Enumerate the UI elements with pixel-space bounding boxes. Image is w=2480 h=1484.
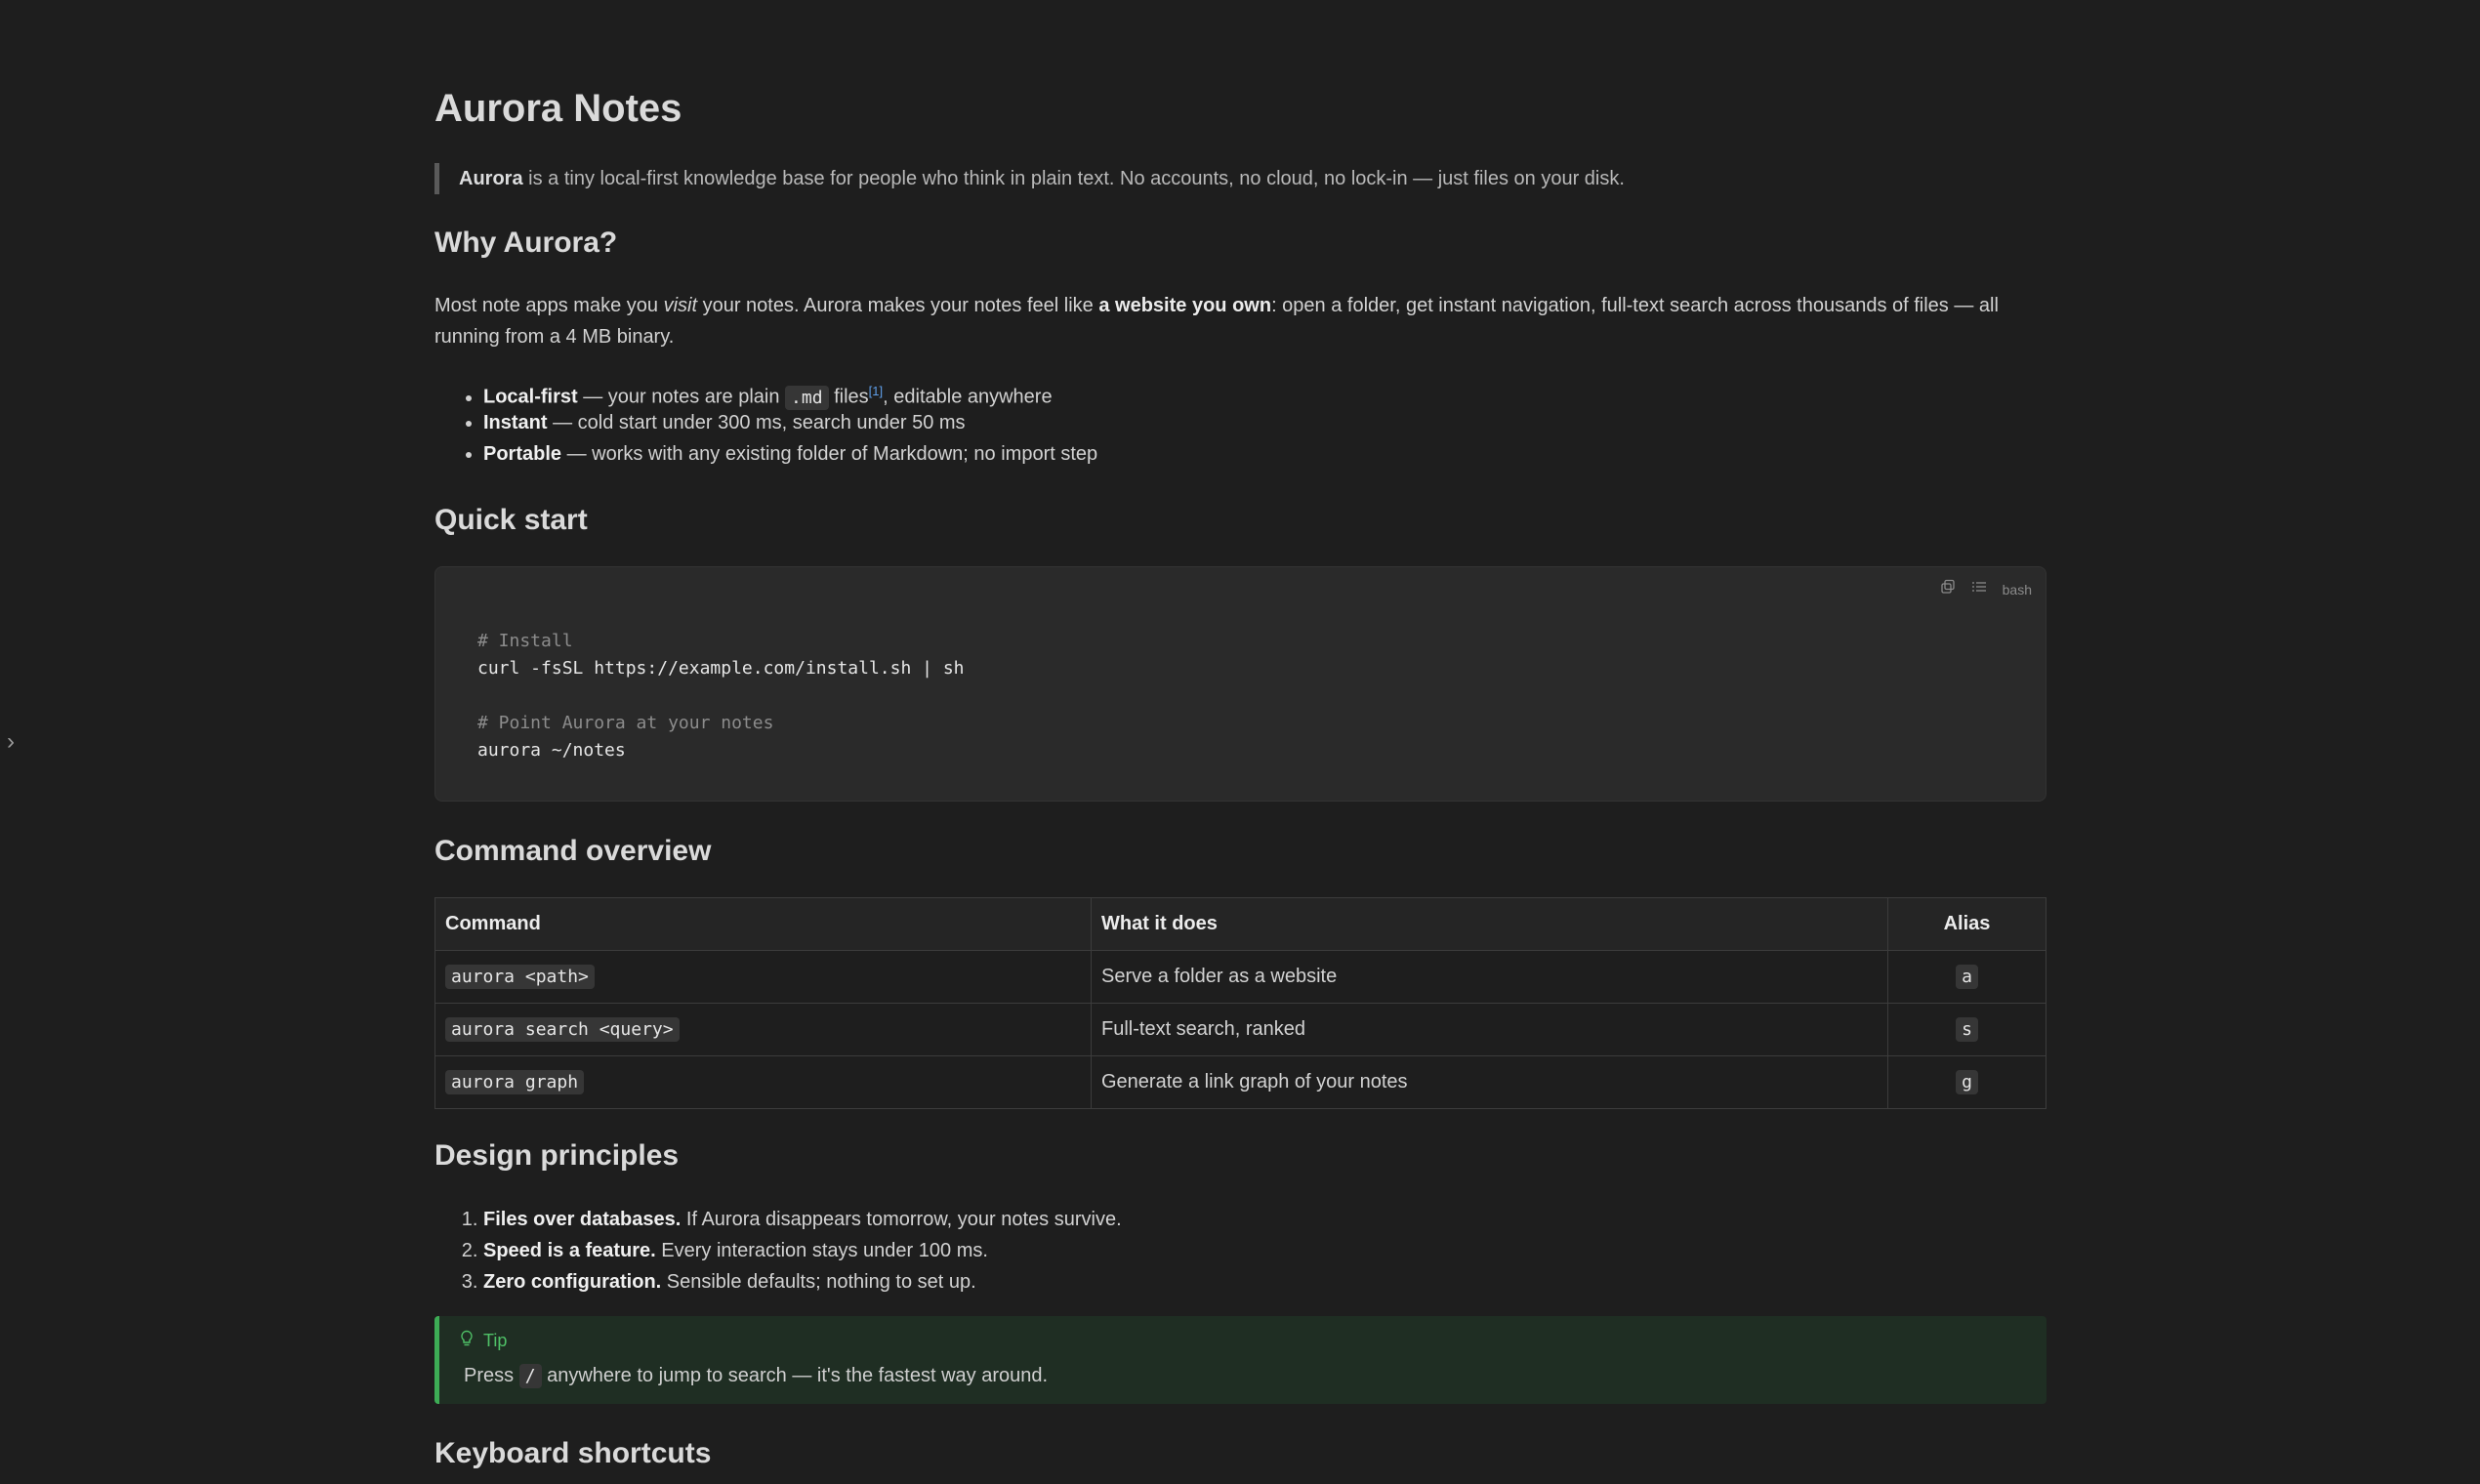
code-language-label: bash (2002, 581, 2032, 598)
list-item-text: , editable anywhere (883, 386, 1053, 408)
list-item-text: If Aurora disappears tomorrow, your note… (681, 1209, 1122, 1230)
heading-design-principles: Design principles (434, 1139, 680, 1172)
list-item-term: Files over databases. (483, 1209, 682, 1230)
code-line: curl -fsSL https://example.com/install.s… (477, 658, 965, 679)
page-title: Aurora Notes (434, 87, 682, 130)
list-item-text: files (828, 386, 869, 408)
list-item: Local-first — your notes are plain .md f… (483, 376, 1097, 410)
list-item: Files over databases. If Aurora disappea… (483, 1204, 1122, 1235)
inline-code: / (518, 1364, 542, 1388)
callout-text: anywhere to jump to search — it's the fa… (541, 1365, 1049, 1386)
column-header-description: What it does (1091, 897, 1888, 951)
table-row: aurora search <query> Full-text search, … (434, 1003, 2046, 1056)
why-emphasis: visit (663, 295, 698, 316)
table-cell-alias: a (1887, 950, 2046, 1004)
lead-blockquote: Aurora is a tiny local-first knowledge b… (434, 163, 1625, 194)
table-cell-alias: s (1887, 1003, 2046, 1056)
inline-code: g (1956, 1070, 1978, 1094)
table-cell-command: aurora <path> (434, 950, 1092, 1004)
table-cell-alias: g (1887, 1055, 2046, 1109)
inline-code: aurora <path> (445, 965, 595, 989)
list-item: Portable — works with any existing folde… (483, 438, 1097, 470)
list-item-text: — cold start under 300 ms, search under … (547, 412, 966, 433)
callout-text: Press (464, 1365, 519, 1386)
list-item: Speed is a feature. Every interaction st… (483, 1235, 1122, 1266)
callout-body: Press / anywhere to jump to search — it'… (464, 1364, 1049, 1388)
table-cell-description: Serve a folder as a website (1091, 950, 1888, 1004)
code-block: bash # Install curl -fsSL https://example… (434, 566, 2046, 802)
list-item-text: Every interaction stays under 100 ms. (655, 1240, 988, 1261)
heading-quick-start: Quick start (434, 504, 588, 536)
column-header-command: Command (434, 897, 1092, 951)
wrap-lines-icon[interactable] (1971, 579, 1987, 599)
feature-list: Local-first — your notes are plain .md f… (483, 376, 1097, 470)
heading-keyboard-shortcuts: Keyboard shortcuts (434, 1437, 712, 1469)
inline-code: s (1956, 1017, 1978, 1042)
list-item-term: Zero configuration. (483, 1271, 662, 1293)
footnote-link[interactable]: [1] (869, 384, 883, 398)
inline-code: aurora search <query> (445, 1017, 680, 1042)
note-view: › Aurora Notes Aurora is a tiny local-fi… (0, 0, 2480, 1484)
lightbulb-icon (460, 1330, 474, 1352)
code-comment-line: # Point Aurora at your notes (477, 713, 774, 733)
list-item-term: Speed is a feature. (483, 1240, 656, 1261)
inline-code: a (1956, 965, 1978, 989)
list-item: Instant — cold start under 300 ms, searc… (483, 407, 1097, 438)
command-table: Command What it does Alias aurora <path>… (434, 897, 2046, 1109)
inline-code: .md (785, 385, 829, 410)
code-toolbar: bash (1940, 579, 2032, 599)
table-cell-description: Full-text search, ranked (1091, 1003, 1888, 1056)
lead-bold: Aurora (459, 168, 523, 189)
callout-title: Tip (460, 1330, 507, 1352)
heading-why-aurora: Why Aurora? (434, 227, 618, 259)
table-cell-command: aurora graph (434, 1055, 1092, 1109)
list-item-term: Local-first (483, 386, 578, 408)
table-row: aurora graph Generate a link graph of yo… (434, 1055, 2046, 1109)
why-text-1: Most note apps make you (434, 295, 664, 316)
tip-callout: Tip Press / anywhere to jump to search —… (434, 1316, 2046, 1404)
list-item-text: — works with any existing folder of Mark… (561, 443, 1098, 465)
table-row: aurora <path> Serve a folder as a websit… (434, 950, 2046, 1004)
why-text-2: your notes. Aurora makes your notes feel… (697, 295, 1099, 316)
why-paragraph: Most note apps make you visit your notes… (434, 290, 2046, 352)
why-strong: a website you own (1098, 295, 1272, 316)
table-cell-command: aurora search <query> (434, 1003, 1092, 1056)
list-item-term: Instant (483, 412, 548, 433)
table-header-row: Command What it does Alias (434, 897, 2046, 951)
copy-icon[interactable] (1940, 579, 1956, 599)
lead-text: is a tiny local-first knowledge base for… (522, 168, 1625, 189)
callout-title-text: Tip (483, 1331, 508, 1350)
chevron-right-icon[interactable]: › (2, 724, 20, 760)
column-header-alias: Alias (1887, 897, 2046, 951)
code-comment-line: # Install (477, 631, 573, 651)
table-cell-description: Generate a link graph of your notes (1091, 1055, 1888, 1109)
list-item-text: Sensible defaults; nothing to set up. (661, 1271, 976, 1293)
list-item-text: — your notes are plain (577, 386, 786, 408)
code-line: aurora ~/notes (477, 740, 626, 761)
inline-code: aurora graph (445, 1070, 585, 1094)
heading-command-overview: Command overview (434, 835, 712, 867)
list-item: Zero configuration. Sensible defaults; n… (483, 1266, 1122, 1298)
code-lines: # Install curl -fsSL https://example.com/… (477, 628, 965, 764)
principles-list: Files over databases. If Aurora disappea… (483, 1204, 1122, 1298)
list-item-term: Portable (483, 443, 562, 465)
